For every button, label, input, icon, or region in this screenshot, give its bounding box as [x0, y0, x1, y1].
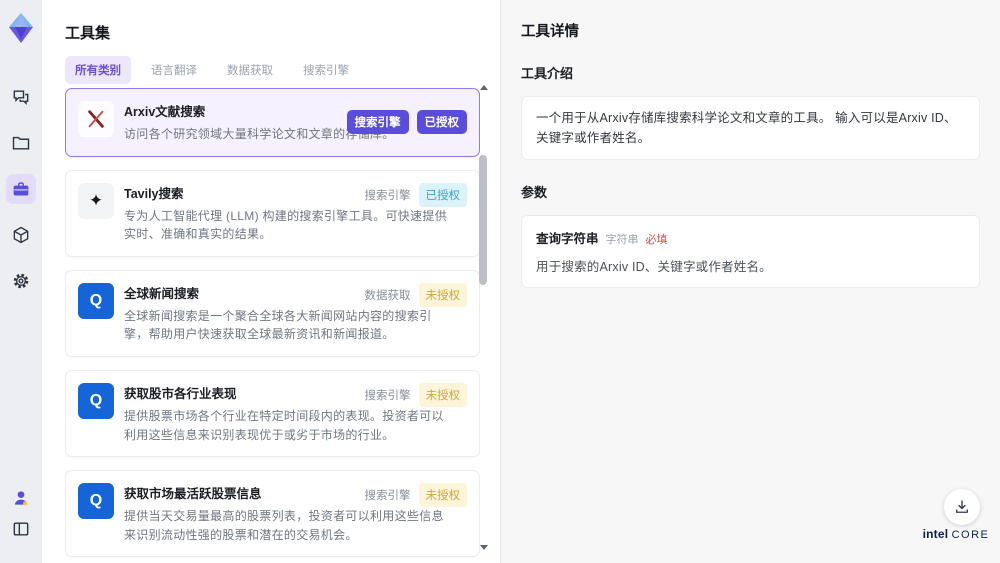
cube-icon[interactable] [6, 220, 36, 250]
tool-tags: 数据获取 未授权 [364, 282, 467, 307]
intro-card: 一个用于从Arxiv存储库搜索科学论文和文章的工具。 输入可以是Arxiv ID… [521, 96, 980, 160]
param-description: 用于搜索的Arxiv ID、关键字或作者姓名。 [536, 260, 772, 274]
param-type: 字符串 [605, 234, 639, 246]
tool-auth-badge: 已授权 [416, 110, 467, 135]
intro-heading: 工具介绍 [521, 66, 574, 81]
folder-icon[interactable] [6, 128, 36, 158]
tool-icon-blueq: Q [78, 282, 114, 319]
page-title: 工具集 [65, 25, 111, 42]
app-window: 工具集 所有类别 语言翻译 数据获取 搜索引擎 Arxiv文献搜索 访问各个研究领域大… [0, 0, 1000, 563]
toolbox-icon[interactable] [6, 174, 36, 204]
sidebar-rail [0, 0, 42, 563]
tool-category-tag: 搜索引擎 [364, 389, 411, 402]
scrollbar-down-arrow[interactable] [480, 545, 488, 550]
tool-icon-blueq: Q [78, 382, 114, 419]
tool-description: 专为人工智能代理 (LLM) 构建的搜索引擎工具。可快速提供实时、准确和真实的结… [124, 208, 448, 242]
scrollbar-thumb[interactable] [479, 155, 487, 285]
tab-3[interactable]: 搜索引擎 [293, 56, 359, 84]
params-heading: 参数 [521, 185, 548, 200]
tool-auth-badge: 未授权 [418, 483, 467, 508]
tool-card[interactable]: Arxiv文献搜索 访问各个研究领域大量科学论文和文章的存储库。 搜索引擎 已授… [65, 88, 480, 157]
chat-icon[interactable] [6, 82, 36, 112]
tool-tags: 搜索引擎 未授权 [364, 483, 467, 508]
list-scrollbar[interactable] [478, 85, 488, 550]
param-required-badge: 必填 [645, 234, 668, 246]
tool-list: Arxiv文献搜索 访问各个研究领域大量科学论文和文章的存储库。 搜索引擎 已授… [65, 88, 480, 563]
toolset-panel: 工具集 所有类别 语言翻译 数据获取 搜索引擎 Arxiv文献搜索 访问各个研究领域大… [42, 0, 500, 563]
tool-category-tag: 搜索引擎 [364, 189, 411, 202]
panel-toggle-icon[interactable] [6, 514, 36, 544]
param-name: 查询字符串 [536, 232, 599, 246]
tool-category-tag: 搜索引擎 [364, 490, 411, 503]
tool-auth-badge: 未授权 [418, 282, 467, 307]
download-button[interactable] [944, 489, 980, 525]
details-title: 工具详情 [521, 24, 579, 40]
tool-auth-badge: 已授权 [418, 182, 467, 207]
tool-card[interactable]: Q 获取市场最活跃股票信息 提供当天交易量最高的股票列表，投资者可以利用这些信息… [65, 470, 480, 558]
tool-card[interactable]: ✦ Tavily搜索 专为人工智能代理 (LLM) 构建的搜索引擎工具。可快速提… [65, 169, 480, 257]
intel-core-logo: intel core [922, 527, 990, 541]
tab-2[interactable]: 数据获取 [217, 56, 283, 84]
tool-category-tag: 数据获取 [364, 289, 411, 302]
download-icon [956, 500, 968, 513]
tool-description: 提供股票市场各个行业在特定时间段内的表现。投资者可以利用这些信息来识别表现优于或… [124, 408, 444, 442]
tab-1[interactable]: 语言翻译 [141, 56, 207, 84]
tool-auth-badge: 未授权 [418, 382, 467, 407]
tool-icon-tavily: ✦ [78, 182, 114, 219]
param-card: 查询字符串 字符串 必填 用于搜索的Arxiv ID、关键字或作者姓名。 [521, 215, 980, 288]
tool-card[interactable]: Q 全球新闻搜索 全球新闻搜索是一个聚合全球各大新闻网站内容的搜索引擎，帮助用户… [65, 269, 480, 357]
tool-tags: 搜索引擎 已授权 [346, 110, 467, 135]
tool-icon-arxiv [78, 101, 114, 137]
tool-tags: 搜索引擎 已授权 [364, 182, 467, 207]
tool-category-tag: 搜索引擎 [346, 110, 409, 135]
tool-tags: 搜索引擎 未授权 [364, 382, 467, 407]
category-tabs: 所有类别 语言翻译 数据获取 搜索引擎 [65, 56, 359, 84]
tool-card[interactable]: Q 获取股市各行业表现 提供股票市场各个行业在特定时间段内的表现。投资者可以利用… [65, 369, 480, 458]
scrollbar-up-arrow[interactable] [480, 85, 488, 90]
gear-icon[interactable] [6, 266, 36, 296]
app-logo-icon[interactable] [8, 12, 34, 44]
tool-description: 提供当天交易量最高的股票列表，投资者可以利用这些信息来识别流动性强的股票和潜在的… [124, 509, 444, 542]
tool-details-panel: 工具详情 工具介绍 一个用于从Arxiv存储库搜索科学论文和文章的工具。 输入可… [500, 0, 1000, 563]
user-icon[interactable] [6, 483, 36, 513]
tool-icon-blueq: Q [78, 483, 114, 520]
tab-0[interactable]: 所有类别 [65, 56, 131, 84]
tool-description: 全球新闻搜索是一个聚合全球各大新闻网站内容的搜索引擎，帮助用户快速获取全球最新资… [124, 308, 432, 342]
